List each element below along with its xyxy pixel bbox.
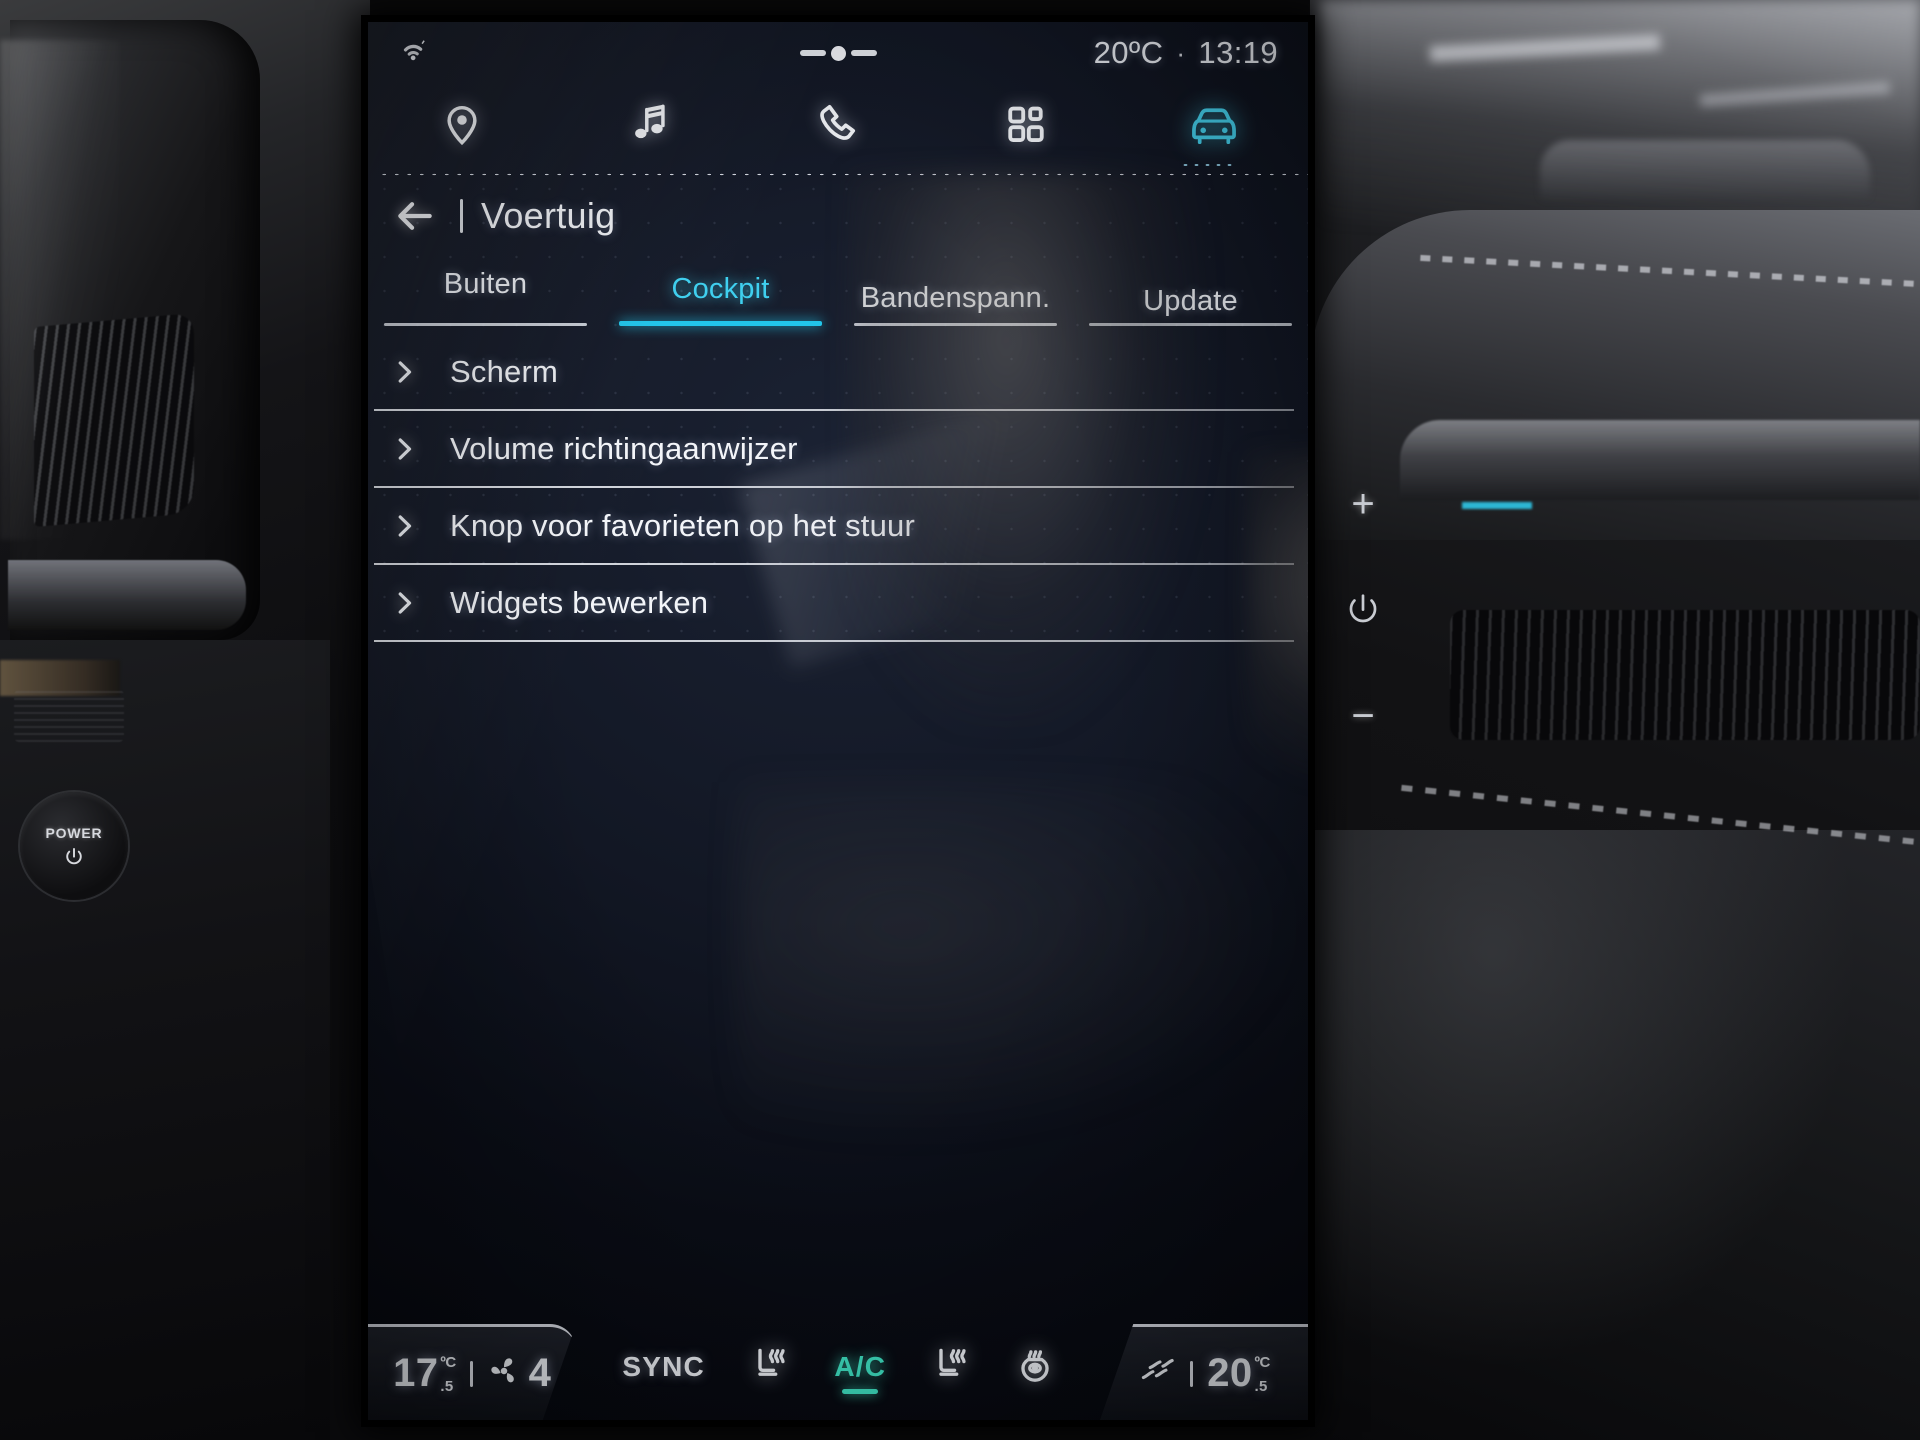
tab-label: Buiten (443, 268, 528, 300)
apps-grid-icon (1005, 103, 1047, 150)
pod-separator (1190, 1360, 1194, 1387)
car-icon (1188, 103, 1240, 150)
passenger-temperature-pod[interactable]: 20 ºC .5 (1100, 1324, 1308, 1420)
drag-handle-icon[interactable] (799, 45, 877, 61)
tab-cockpit[interactable]: Cockpit (603, 258, 838, 326)
header-divider (460, 199, 463, 233)
ac-button[interactable]: A/C (834, 1351, 886, 1394)
driver-temperature: 17 ºC .5 (393, 1351, 456, 1396)
chrome-trim-left (8, 560, 246, 630)
music-note-icon (628, 102, 672, 151)
list-item-label: Scherm (450, 353, 559, 389)
ac-label: A/C (834, 1350, 887, 1382)
seat-heat-right-icon (931, 1345, 971, 1388)
bezel-power-icon[interactable] (1339, 586, 1387, 634)
climate-control-bar: 17 ºC .5 4 SYNC A/C 20 ºC .5 (368, 1324, 1308, 1420)
tab-underline (384, 323, 587, 326)
location-pin-icon (440, 102, 484, 151)
status-bar-left (398, 36, 428, 71)
chevron-right-icon (384, 357, 424, 387)
rear-defrost-button[interactable] (1016, 1345, 1054, 1399)
nav-item-navigation[interactable] (368, 102, 556, 151)
background-vehicle (1540, 140, 1870, 200)
clock-time: 13:19 (1198, 35, 1278, 70)
tab-underline-active (619, 321, 822, 326)
pod-separator (469, 1360, 473, 1387)
screen-ui-root: 20ºC · 13:19 Voertuig Buiten Cockpit Sch… (368, 22, 1308, 1420)
outside-temperature: 20ºC (1093, 35, 1164, 70)
chevron-right-icon (384, 588, 424, 618)
air-vent-right (1450, 610, 1920, 740)
tab-label: Cockpit (671, 273, 770, 305)
sync-label: SYNC (622, 1350, 705, 1382)
infotainment-display[interactable]: 20ºC · 13:19 Voertuig Buiten Cockpit Sch… (368, 22, 1308, 1420)
fan-icon[interactable] (487, 1354, 521, 1393)
nav-item-vehicle[interactable] (1120, 103, 1308, 150)
passenger-temperature: 20 ºC .5 (1207, 1351, 1270, 1396)
fan-level: 4 (528, 1351, 551, 1395)
driver-temp-unit: ºC (440, 1354, 456, 1371)
page-title: Voertuig (481, 195, 616, 236)
bezel-hardware-buttons: + − (1318, 480, 1408, 740)
ambient-light-strip (1462, 502, 1532, 509)
vent-gloss-highlight (0, 40, 120, 540)
hardware-power-button[interactable]: POWER (20, 792, 128, 900)
glass-reflection-lower (738, 782, 1298, 1142)
driver-temp-value: 17 (393, 1351, 439, 1395)
chevron-right-icon (384, 511, 424, 541)
seat-heat-left-icon (750, 1345, 790, 1388)
status-separator: · (1176, 37, 1186, 68)
speaker-grille (14, 690, 124, 742)
list-item-label: Widgets bewerken (450, 584, 709, 620)
seat-heat-right-button[interactable] (931, 1345, 971, 1399)
chevron-right-icon (384, 434, 424, 464)
glass-reflection-hand (1248, 452, 1308, 782)
nav-item-apps[interactable] (932, 103, 1120, 150)
passenger-temp-value: 20 (1207, 1351, 1253, 1395)
center-console-lower (0, 640, 330, 1440)
main-nav-bar (368, 84, 1308, 168)
seat-heat-left-button[interactable] (750, 1345, 790, 1399)
status-bar-right: 20ºC · 13:19 (1094, 35, 1278, 71)
chrome-trim-right (1400, 420, 1920, 500)
status-bar: 20ºC · 13:19 (368, 22, 1308, 84)
car-interior-scene: POWER + − 20ºC · 13:19 Voertuig Buiten C… (0, 0, 1920, 1440)
nav-item-phone[interactable] (744, 102, 932, 151)
driver-temperature-pod[interactable]: 17 ºC .5 4 (368, 1324, 576, 1420)
back-arrow-icon[interactable] (388, 189, 442, 243)
passenger-temp-half: .5 (1254, 1377, 1268, 1395)
tab-buiten[interactable]: Buiten (368, 258, 603, 326)
wifi-icon (398, 36, 428, 71)
phone-icon (816, 102, 860, 151)
auto-climate-icon[interactable] (1138, 1354, 1176, 1393)
active-tab-indicator-dots (1180, 162, 1236, 168)
nav-item-media[interactable] (556, 102, 744, 151)
minus-icon[interactable]: − (1339, 692, 1387, 740)
climate-buttons: SYNC A/C (582, 1324, 1094, 1420)
rear-defrost-icon (1016, 1345, 1054, 1388)
sync-button[interactable]: SYNC (622, 1351, 705, 1394)
door-panel-leather (1310, 830, 1920, 1440)
power-icon (63, 846, 85, 868)
passenger-temp-unit: ºC (1254, 1354, 1270, 1371)
plus-icon[interactable]: + (1339, 480, 1387, 528)
ac-active-underline (842, 1388, 879, 1394)
driver-temp-half: .5 (440, 1377, 454, 1395)
list-item-label: Volume richtingaanwijzer (450, 430, 798, 466)
power-button-label: POWER (45, 824, 103, 841)
